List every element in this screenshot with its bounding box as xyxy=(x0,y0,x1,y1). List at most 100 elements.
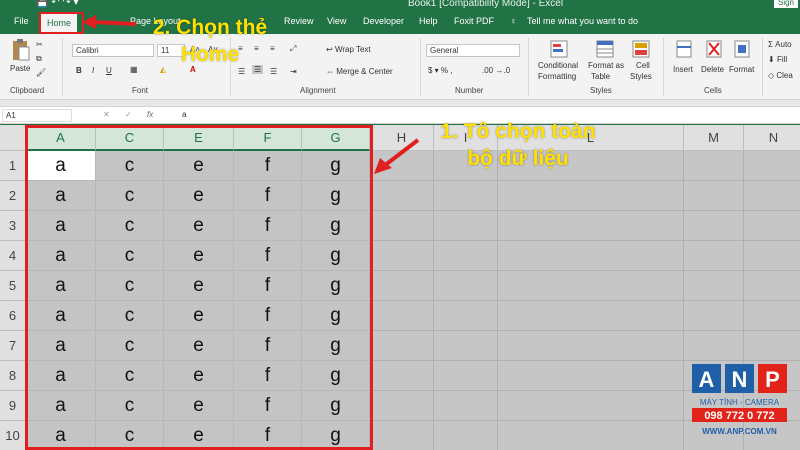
empty-cell[interactable] xyxy=(744,271,800,301)
underline-button[interactable]: U xyxy=(106,66,112,75)
empty-cell[interactable] xyxy=(744,241,800,271)
cancel-icon[interactable]: ✕ xyxy=(103,110,110,119)
bold-button[interactable]: B xyxy=(76,66,82,75)
table-cell[interactable]: g xyxy=(302,151,370,181)
table-cell[interactable]: c xyxy=(96,361,164,391)
column-header-a[interactable]: A xyxy=(26,125,96,151)
empty-cell[interactable] xyxy=(744,151,800,181)
format-as-table-button[interactable]: Format as xyxy=(588,61,624,70)
table-cell[interactable]: a xyxy=(26,211,96,241)
tab-developer[interactable]: Developer xyxy=(363,16,404,26)
table-cell[interactable]: a xyxy=(26,331,96,361)
number-format-select[interactable]: General xyxy=(426,44,520,57)
format-painter-icon[interactable]: 🖌 xyxy=(36,68,46,77)
empty-cell[interactable] xyxy=(370,211,434,241)
table-cell[interactable]: g xyxy=(302,181,370,211)
table-cell[interactable]: a xyxy=(26,301,96,331)
tab-help[interactable]: Help xyxy=(419,16,438,26)
row-header[interactable]: 6 xyxy=(0,301,26,331)
copy-icon[interactable]: ⧉ xyxy=(36,54,42,64)
table-cell[interactable]: f xyxy=(234,421,302,450)
table-cell[interactable]: c xyxy=(96,211,164,241)
table-cell[interactable]: a xyxy=(26,181,96,211)
empty-cell[interactable] xyxy=(498,181,684,211)
empty-cell[interactable] xyxy=(370,271,434,301)
table-cell[interactable]: a xyxy=(26,271,96,301)
table-cell[interactable]: c xyxy=(96,391,164,421)
table-cell[interactable]: e xyxy=(164,181,234,211)
cut-icon[interactable]: ✂ xyxy=(36,40,43,49)
table-cell[interactable]: f xyxy=(234,391,302,421)
formula-input[interactable]: a xyxy=(182,110,186,119)
format-button[interactable]: Format xyxy=(729,65,754,74)
currency-icon[interactable]: $ ▾ % , xyxy=(428,66,452,75)
empty-cell[interactable] xyxy=(744,181,800,211)
table-cell[interactable]: a xyxy=(26,421,96,450)
empty-cell[interactable] xyxy=(498,361,684,391)
sign-in-button[interactable]: Sign xyxy=(773,0,798,8)
empty-cell[interactable] xyxy=(434,421,498,450)
table-cell[interactable]: c xyxy=(96,331,164,361)
autosum-button[interactable]: Σ Auto xyxy=(768,40,792,49)
column-header-g[interactable]: G xyxy=(302,125,370,151)
decimal-icon[interactable]: .00 →.0 xyxy=(482,66,510,75)
empty-cell[interactable] xyxy=(744,211,800,241)
table-cell[interactable]: c xyxy=(96,301,164,331)
row-header[interactable]: 1 xyxy=(0,151,26,181)
empty-cell[interactable] xyxy=(370,301,434,331)
empty-cell[interactable] xyxy=(370,331,434,361)
empty-cell[interactable] xyxy=(434,181,498,211)
empty-cell[interactable] xyxy=(498,271,684,301)
empty-cell[interactable] xyxy=(684,241,744,271)
empty-cell[interactable] xyxy=(434,271,498,301)
table-cell[interactable]: c xyxy=(96,151,164,181)
table-cell[interactable]: f xyxy=(234,361,302,391)
table-cell[interactable]: c xyxy=(96,421,164,450)
table-cell[interactable]: c xyxy=(96,241,164,271)
table-cell[interactable]: e xyxy=(164,361,234,391)
empty-cell[interactable] xyxy=(434,331,498,361)
empty-cell[interactable] xyxy=(370,181,434,211)
row-header[interactable]: 8 xyxy=(0,361,26,391)
paste-button[interactable]: Paste xyxy=(10,64,30,73)
table-cell[interactable]: e xyxy=(164,241,234,271)
empty-cell[interactable] xyxy=(744,301,800,331)
name-box[interactable]: A1 xyxy=(2,109,72,122)
empty-cell[interactable] xyxy=(498,301,684,331)
delete-button[interactable]: Delete xyxy=(701,65,724,74)
table-cell[interactable]: g xyxy=(302,241,370,271)
merge-center-button[interactable]: ⇔ Merge & Center xyxy=(326,67,393,76)
table-cell[interactable]: f xyxy=(234,211,302,241)
table-cell[interactable]: g xyxy=(302,331,370,361)
indent-icon[interactable]: ⇥ xyxy=(290,67,297,76)
empty-cell[interactable] xyxy=(370,361,434,391)
empty-cell[interactable] xyxy=(370,421,434,450)
table-cell[interactable]: g xyxy=(302,421,370,450)
table-cell[interactable]: g xyxy=(302,361,370,391)
insert-function-button[interactable]: fx xyxy=(147,110,153,119)
table-cell[interactable]: f xyxy=(234,331,302,361)
fill-button[interactable]: ⬇ Fill xyxy=(768,55,787,64)
table-cell[interactable]: g xyxy=(302,301,370,331)
empty-cell[interactable] xyxy=(684,271,744,301)
table-cell[interactable]: e xyxy=(164,391,234,421)
empty-cell[interactable] xyxy=(370,241,434,271)
tab-view[interactable]: View xyxy=(327,16,346,26)
row-header[interactable]: 7 xyxy=(0,331,26,361)
orientation-icon[interactable]: ⤢ xyxy=(290,44,296,54)
quick-access-toolbar[interactable]: 💾 ↶ ↷ ▾ xyxy=(36,0,79,8)
table-cell[interactable]: g xyxy=(302,211,370,241)
italic-button[interactable]: I xyxy=(92,66,94,75)
table-cell[interactable]: e xyxy=(164,271,234,301)
row-header[interactable]: 9 xyxy=(0,391,26,421)
empty-cell[interactable] xyxy=(434,391,498,421)
table-cell[interactable]: f xyxy=(234,151,302,181)
table-cell[interactable]: e xyxy=(164,151,234,181)
empty-cell[interactable] xyxy=(498,391,684,421)
align-left-icon[interactable]: ☰ xyxy=(238,67,245,76)
column-header-m[interactable]: M xyxy=(684,125,744,151)
conditional-formatting-button[interactable]: Conditional xyxy=(538,61,578,70)
empty-cell[interactable] xyxy=(498,211,684,241)
table-cell[interactable]: e xyxy=(164,331,234,361)
table-cell[interactable]: a xyxy=(26,241,96,271)
